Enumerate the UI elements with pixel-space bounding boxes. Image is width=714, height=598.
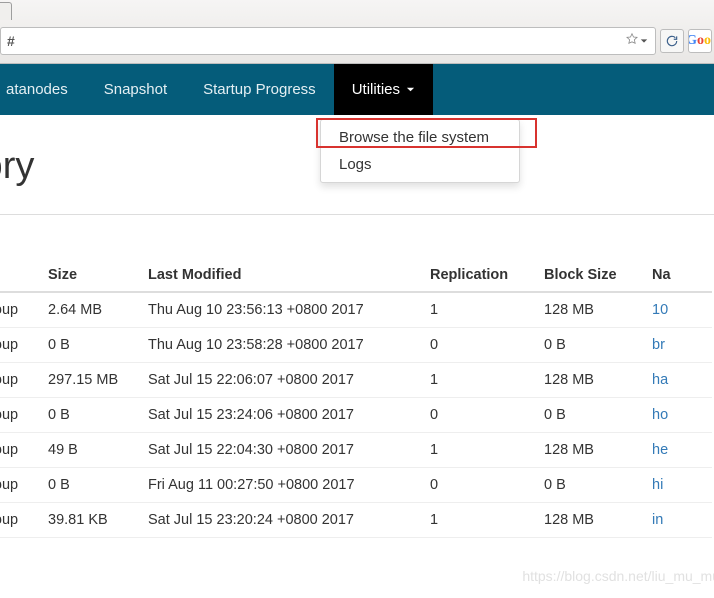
cell-size: 2.64 MB [48,292,148,328]
cell-modified: Sat Jul 15 22:06:07 +0800 2017 [148,363,430,398]
cell-replication: 0 [430,328,544,363]
cell-modified: Thu Aug 10 23:56:13 +0800 2017 [148,292,430,328]
cell-modified: Fri Aug 11 00:27:50 +0800 2017 [148,468,430,503]
cell-name-link[interactable]: ho [652,398,712,433]
cell-size: 0 B [48,468,148,503]
chevron-down-icon [406,81,415,98]
cell-group: upergroup [0,468,48,503]
cell-group: upergroup [0,363,48,398]
cell-group: upergroup [0,328,48,363]
nav-item-startup-progress[interactable]: Startup Progress [185,64,334,115]
reload-button[interactable] [660,29,684,53]
cell-name-link[interactable]: 10 [652,292,712,328]
col-header-modified[interactable]: Last Modified [148,259,430,292]
url-history-dropdown-icon[interactable] [639,37,649,45]
cell-block: 128 MB [544,433,652,468]
cell-name-link[interactable]: ha [652,363,712,398]
col-header-size[interactable]: Size [48,259,148,292]
url-input[interactable] [19,33,625,48]
cell-block: 0 B [544,468,652,503]
cell-modified: Sat Jul 15 22:04:30 +0800 2017 [148,433,430,468]
cell-modified: Sat Jul 15 23:24:06 +0800 2017 [148,398,430,433]
cell-group: upergroup [0,398,48,433]
col-header-block-size[interactable]: Block Size [544,259,652,292]
table-row: upergroup2.64 MBThu Aug 10 23:56:13 +080… [0,292,712,328]
col-header-group[interactable]: roup [0,259,48,292]
bookmark-star-icon[interactable] [625,32,639,49]
cell-size: 49 B [48,433,148,468]
cell-replication: 1 [430,363,544,398]
search-engine-selector[interactable]: Goog [688,29,712,53]
dropdown-item-logs[interactable]: Logs [321,151,519,178]
main-navbar: atanodes Snapshot Startup Progress Utili… [0,64,714,115]
utilities-dropdown: Browse the file system Logs [320,119,520,183]
table-header-row: roup Size Last Modified Replication Bloc… [0,259,712,292]
file-listing-table: roup Size Last Modified Replication Bloc… [0,259,712,538]
nav-item-datanodes[interactable]: atanodes [0,64,86,115]
dropdown-item-browse-fs[interactable]: Browse the file system [321,124,519,151]
col-header-name[interactable]: Na [652,259,712,292]
nav-item-utilities[interactable]: Utilities [334,64,433,115]
table-row: upergroup0 BSat Jul 15 23:24:06 +0800 20… [0,398,712,433]
cell-size: 0 B [48,328,148,363]
table-row: upergroup39.81 KBSat Jul 15 23:20:24 +08… [0,503,712,538]
cell-replication: 1 [430,433,544,468]
cell-replication: 0 [430,468,544,503]
browser-tab-stub[interactable] [0,2,12,20]
table-row: upergroup0 BThu Aug 10 23:58:28 +0800 20… [0,328,712,363]
cell-block: 0 B [544,328,652,363]
cell-group: upergroup [0,292,48,328]
cell-modified: Thu Aug 10 23:58:28 +0800 2017 [148,328,430,363]
cell-replication: 1 [430,292,544,328]
cell-block: 128 MB [544,503,652,538]
divider [0,214,714,215]
col-header-replication[interactable]: Replication [430,259,544,292]
table-row: upergroup0 BFri Aug 11 00:27:50 +0800 20… [0,468,712,503]
watermark-text: https://blog.csdn.net/liu_mu_mu [522,568,714,584]
nav-item-utilities-label: Utilities [352,81,400,98]
cell-modified: Sat Jul 15 23:20:24 +0800 2017 [148,503,430,538]
cell-group: upergroup [0,503,48,538]
cell-size: 297.15 MB [48,363,148,398]
cell-block: 0 B [544,398,652,433]
google-logo-icon: Goog [688,33,712,49]
cell-replication: 0 [430,398,544,433]
url-prompt-icon: # [7,33,19,49]
table-row: upergroup297.15 MBSat Jul 15 22:06:07 +0… [0,363,712,398]
nav-item-snapshot[interactable]: Snapshot [86,64,185,115]
address-bar[interactable]: # [0,27,656,55]
cell-name-link[interactable]: hi [652,468,712,503]
cell-size: 39.81 KB [48,503,148,538]
cell-replication: 1 [430,503,544,538]
cell-size: 0 B [48,398,148,433]
cell-name-link[interactable]: he [652,433,712,468]
cell-group: upergroup [0,433,48,468]
cell-name-link[interactable]: br [652,328,712,363]
cell-name-link[interactable]: in [652,503,712,538]
cell-block: 128 MB [544,363,652,398]
table-row: upergroup49 BSat Jul 15 22:04:30 +0800 2… [0,433,712,468]
browser-chrome: # Goog [0,0,714,64]
cell-block: 128 MB [544,292,652,328]
